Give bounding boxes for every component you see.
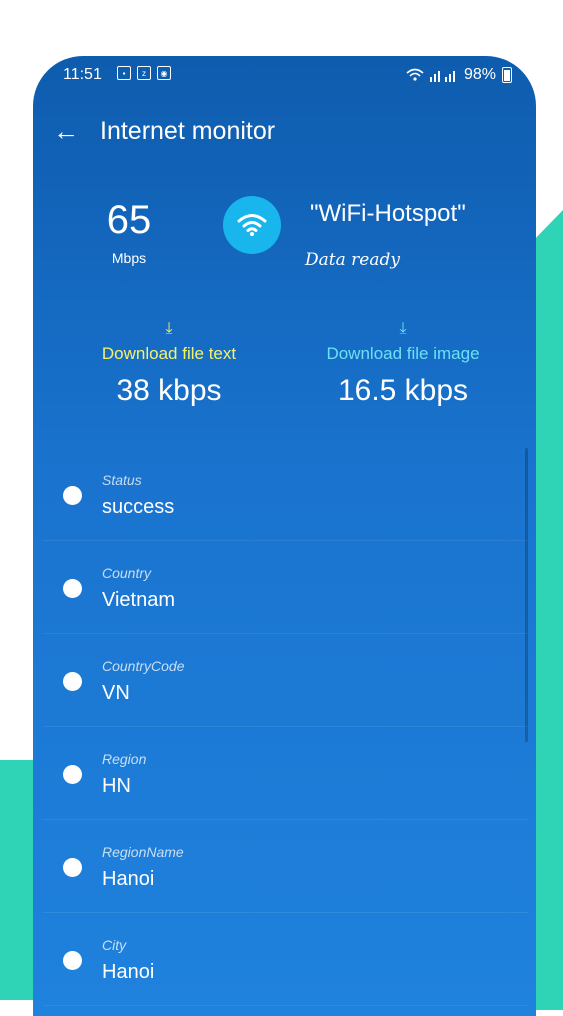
phone-screen: 11:51 ▪ z ◉ 98% ← Internet monitor 65 Mb… <box>33 56 536 1016</box>
info-label: Region <box>102 751 147 767</box>
info-label: CountryCode <box>102 658 185 674</box>
network-name: "WiFi-Hotspot" <box>310 200 466 227</box>
status-system-icons: 98% <box>406 66 512 84</box>
list-item[interactable]: Status success <box>43 448 528 541</box>
info-label: RegionName <box>102 844 184 860</box>
wifi-status-icon <box>406 68 424 81</box>
info-value: Hanoi <box>102 961 155 983</box>
battery-icon <box>502 67 512 83</box>
back-arrow-icon[interactable]: ← <box>53 116 79 147</box>
download-image-value: 16.5 kbps <box>337 374 469 407</box>
info-label: Country <box>102 565 152 581</box>
info-value: Hanoi <box>102 868 155 890</box>
page-title: Internet monitor <box>100 117 276 145</box>
download-image-block[interactable]: ⤓ Download file image 16.5 kbps <box>303 320 503 408</box>
speed-value: 65 <box>106 198 152 242</box>
info-label: Status <box>102 472 142 488</box>
status-bar: 11:51 ▪ z ◉ 98% <box>33 56 536 94</box>
download-icon: ⤓ <box>399 320 407 337</box>
status-notification-icons: ▪ z ◉ <box>117 66 171 80</box>
info-list: Status success Country Vietnam CountryCo… <box>43 448 528 1006</box>
download-image-label: Download file image <box>326 344 480 363</box>
bullet-dot-icon <box>63 672 82 691</box>
bullet-dot-icon <box>63 858 82 877</box>
zalo-icon: z <box>137 66 151 80</box>
bullet-dot-icon <box>63 486 82 505</box>
app-icon: ◉ <box>157 66 171 80</box>
bullet-dot-icon <box>63 579 82 598</box>
scrollbar[interactable] <box>525 448 528 742</box>
network-status: Data ready <box>305 250 400 270</box>
bullet-dot-icon <box>63 765 82 784</box>
info-value: Vietnam <box>102 589 176 611</box>
info-label: City <box>102 937 127 953</box>
status-time: 11:51 <box>63 66 102 83</box>
bullet-dot-icon <box>63 951 82 970</box>
toolbar: ← Internet monitor <box>33 112 536 152</box>
battery-percent: 98% <box>463 66 496 83</box>
list-item[interactable]: RegionName Hanoi <box>43 820 528 913</box>
download-text-value: 38 kbps <box>116 374 222 407</box>
list-item[interactable]: Country Vietnam <box>43 541 528 634</box>
list-item[interactable]: Region HN <box>43 727 528 820</box>
speed-unit: Mbps <box>111 250 147 266</box>
signal-icon <box>429 71 455 82</box>
download-text-block[interactable]: ⤓ Download file text 38 kbps <box>69 320 269 408</box>
list-item[interactable]: CountryCode VN <box>43 634 528 727</box>
info-value: VN <box>102 682 130 704</box>
gallery-icon: ▪ <box>117 66 131 80</box>
info-value: HN <box>102 775 131 797</box>
download-icon: ⤓ <box>165 320 173 337</box>
wifi-icon[interactable] <box>223 196 281 254</box>
speed-display: 65 Mbps <box>89 196 169 266</box>
list-item[interactable]: City Hanoi <box>43 913 528 1006</box>
info-value: success <box>102 496 175 518</box>
download-text-label: Download file text <box>101 344 237 363</box>
